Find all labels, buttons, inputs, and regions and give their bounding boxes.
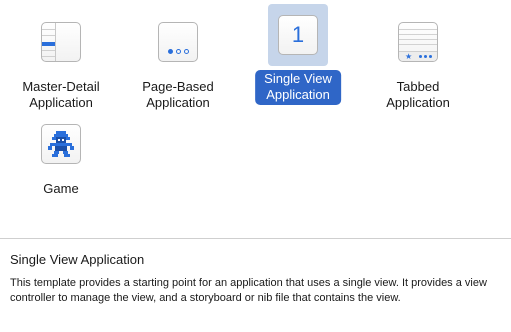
template-label-line1: Master-Detail bbox=[22, 79, 100, 94]
template-page-based[interactable]: Page-Based Application bbox=[117, 12, 239, 110]
page-based-icon bbox=[158, 22, 198, 62]
template-label-line1: Game bbox=[43, 181, 79, 196]
description-title: Single View Application bbox=[10, 252, 145, 267]
template-icon-frame bbox=[148, 12, 208, 72]
template-label-line1: Tabbed bbox=[396, 79, 440, 94]
tabbed-icon: ★ bbox=[398, 22, 438, 62]
master-detail-icon bbox=[41, 22, 81, 62]
template-label: Tabbed Application bbox=[377, 78, 459, 113]
template-icon-frame bbox=[31, 114, 91, 174]
game-icon bbox=[41, 124, 81, 164]
template-game[interactable]: Game bbox=[0, 114, 122, 196]
template-single-view[interactable]: 1 Single View Application bbox=[237, 4, 359, 105]
template-master-detail[interactable]: Master-Detail Application bbox=[0, 12, 122, 110]
template-label: Master-Detail Application bbox=[13, 78, 108, 113]
template-icon-frame: 1 bbox=[268, 4, 328, 66]
template-label-line1: Page-Based bbox=[142, 79, 214, 94]
template-label: Game bbox=[34, 180, 87, 199]
template-icon-frame: ★ bbox=[388, 12, 448, 72]
single-view-icon: 1 bbox=[278, 15, 318, 55]
template-label: Single View Application bbox=[255, 70, 341, 105]
template-grid: Master-Detail Application Page-Based App… bbox=[0, 0, 511, 226]
single-view-number: 1 bbox=[291, 22, 305, 47]
template-label-line2: Application bbox=[146, 95, 210, 110]
template-label-line1: Single View bbox=[264, 71, 332, 86]
template-label-line2: Application bbox=[266, 87, 330, 102]
description-body: This template provides a starting point … bbox=[10, 277, 487, 304]
template-label-line2: Application bbox=[386, 95, 450, 110]
template-icon-frame bbox=[31, 12, 91, 72]
template-label-line2: Application bbox=[29, 95, 93, 110]
template-tabbed[interactable]: ★ Tabbed Application bbox=[357, 12, 479, 110]
template-description-panel: Single View Application This template pr… bbox=[0, 238, 511, 332]
template-label: Page-Based Application bbox=[133, 78, 223, 113]
